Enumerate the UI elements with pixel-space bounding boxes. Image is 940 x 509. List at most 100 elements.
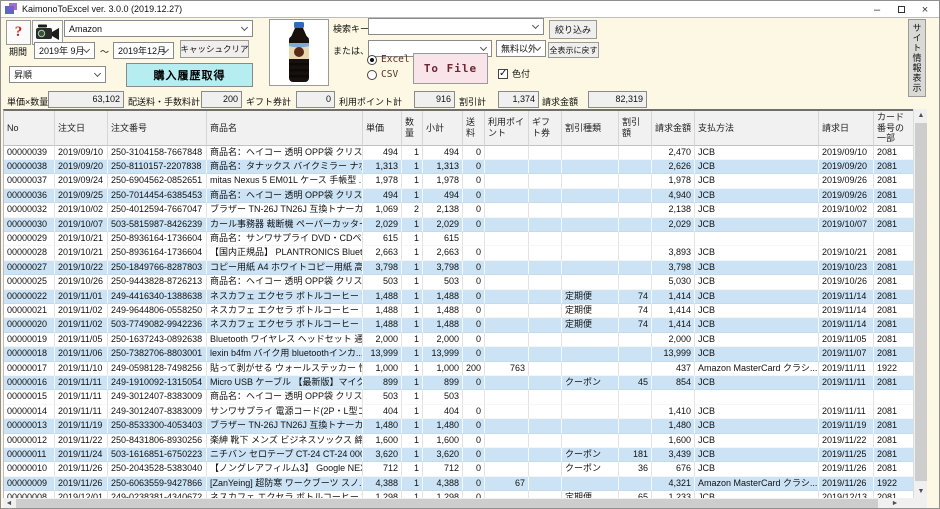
cell-order-number: 249-3012407-8383009 [108,405,207,419]
table-row[interactable]: 000000192019/11/05250-1637243-0892638Blu… [4,333,913,347]
filter-button[interactable]: 絞り込み [549,20,597,39]
cell-no: 00000010 [4,462,55,476]
sort-order-select[interactable]: 昇順 [9,66,106,83]
column-header-card-digits[interactable]: カード番号の一部 [874,111,913,146]
cell-no: 00000016 [4,376,55,390]
table-row[interactable]: 000000182019/11/06250-7382706-8803001lex… [4,347,913,361]
table-row[interactable]: 000000392019/09/10250-3104158-7667848商品名… [4,146,913,160]
table-row[interactable]: 000000252019/10/26250-9443828-8726213商品名… [4,275,913,289]
period-to-select[interactable]: 2019年12月 [113,42,174,59]
show-all-button[interactable]: 全表示に戻す [548,42,599,58]
cell-unit-price: 3,620 [363,448,402,462]
table-row[interactable]: 000000202019/11/02503-7749082-9942236ネスカ… [4,318,913,332]
cell-discount-type [562,174,619,188]
cell-payment-method: JCB [695,376,819,390]
cell-points-used [485,318,529,332]
scroll-down-icon[interactable]: ▼ [914,485,928,498]
table-row[interactable]: 000000372019/09/24250-6904562-0852651mit… [4,174,913,188]
table-row[interactable]: 000000102019/11/26250-2043528-5383040【ノン… [4,462,913,476]
cell-shipping: 0 [463,290,485,304]
excel-radio[interactable]: Excel [367,54,410,65]
column-header-gift-card[interactable]: ギフト券 [529,111,562,146]
table-row[interactable]: 000000162019/11/11249-1910092-1315054Mic… [4,376,913,390]
cell-shipping: 0 [463,160,485,174]
csv-radio[interactable]: CSV [367,69,398,80]
cell-points-used [485,218,529,232]
column-header-billed-amount[interactable]: 請求金額 [652,111,695,146]
column-header-order-number[interactable]: 注文番号 [108,111,207,146]
colorize-checkbox[interactable]: 色付 [498,67,530,80]
table-row[interactable]: 000000212019/11/02249-9644806-0558250ネスカ… [4,304,913,318]
column-header-no[interactable]: No [4,111,55,146]
cell-order-date: 2019/10/07 [55,218,108,232]
site-select[interactable]: Amazon [64,20,253,37]
table-row[interactable]: 000000272019/10/22250-1849766-8287803コピー… [4,261,913,275]
column-header-shipping[interactable]: 送料 [463,111,485,146]
column-header-discount-type[interactable]: 割引種類 [562,111,619,146]
column-header-product-name[interactable]: 商品名 [207,111,363,146]
table-row[interactable]: 000000382019/09/20250-8110157-2207838商品名… [4,160,913,174]
cell-discount-type [562,146,619,160]
free-filter-select[interactable]: 無料以外 [496,40,546,57]
scroll-up-icon[interactable]: ▲ [914,109,928,122]
table-row[interactable]: 000000172019/11/10249-0598128-7498256貼って… [4,362,913,376]
minimize-button[interactable]: – [865,1,889,18]
cell-no: 00000039 [4,146,55,160]
cell-no: 00000038 [4,160,55,174]
table-row[interactable]: 000000082019/12/01249-0238381-4340672ネスカ… [4,491,913,498]
cell-discount-amount: 36 [619,462,652,476]
maximize-button[interactable] [889,1,913,18]
table-row[interactable]: 000000142019/11/11249-3012407-8383009サンワ… [4,405,913,419]
cell-order-number: 503-1616851-6750223 [108,448,207,462]
cache-clear-button[interactable]: キャッシュクリア [180,40,249,58]
horizontal-scroll-thumb[interactable] [16,499,878,508]
table-row[interactable]: 000000362019/09/25250-7014454-6385453商品名… [4,189,913,203]
table-row[interactable]: 000000282019/10/21250-8936164-1736604【国内… [4,246,913,260]
cell-subtotal: 2,029 [423,218,463,232]
cell-shipping: 0 [463,347,485,361]
scroll-right-icon[interactable]: ► [889,498,901,509]
horizontal-scrollbar[interactable]: ◄ ► [3,498,913,509]
cell-billing-date: 2019/11/11 [819,405,874,419]
column-header-unit-price[interactable]: 単価 [363,111,402,146]
table-body: 000000392019/09/10250-3104158-7667848商品名… [4,146,913,499]
fetch-history-button[interactable]: 購入履歴取得 [126,63,253,87]
table-row[interactable]: 000000292019/10/21250-8936164-1736604商品名… [4,232,913,246]
cell-discount-type: 定期便 [562,318,619,332]
column-header-discount-amount[interactable]: 割引額 [619,111,652,146]
help-button[interactable]: ? [6,20,31,45]
column-header-points-used[interactable]: 利用ポイント [485,111,529,146]
cell-subtotal: 1,978 [423,174,463,188]
table-row[interactable]: 000000112019/11/24503-1616851-6750223ニチバ… [4,448,913,462]
vertical-scroll-thumb[interactable] [915,123,927,481]
cell-points-used [485,419,529,433]
cell-quantity: 1 [402,405,423,419]
column-header-order-date[interactable]: 注文日 [55,111,108,146]
cell-gift-card [529,218,562,232]
table-row[interactable]: 000000302019/10/07503-5815987-8426239カール… [4,218,913,232]
table-row[interactable]: 000000092019/11/26250-6063559-9427866[Za… [4,477,913,491]
period-from-select[interactable]: 2019年 9月 [34,42,95,59]
cell-order-date: 2019/10/22 [55,261,108,275]
to-file-button[interactable]: To File [413,53,488,84]
column-header-quantity[interactable]: 数量 [402,111,423,146]
table-row[interactable]: 000000132019/11/19250-8533300-4053403ブラザ… [4,419,913,433]
site-info-button[interactable]: サイト情報表示 [908,19,926,97]
search-key-label: 検索キー [333,22,369,35]
column-header-subtotal[interactable]: 小計 [423,111,463,146]
search-key-input[interactable] [368,18,544,35]
cell-gift-card [529,477,562,491]
cell-card-digits: 2081 [874,318,913,332]
table-row[interactable]: 000000322019/10/02250-4012594-7667047ブラザ… [4,203,913,217]
cell-payment-method: JCB [695,462,819,476]
cell-product-name: mitas Nexus 5 EM01L ケース 手帳型 ... [207,174,363,188]
column-header-billing-date[interactable]: 請求日 [819,111,874,146]
cell-billing-date [819,390,874,404]
close-button[interactable]: × [913,1,937,18]
column-header-payment-method[interactable]: 支払方法 [695,111,819,146]
table-row[interactable]: 000000122019/11/22250-8431806-8930256楽紳 … [4,434,913,448]
table-row[interactable]: 000000222019/11/01249-4416340-1388638ネスカ… [4,290,913,304]
scroll-left-icon[interactable]: ◄ [3,498,15,509]
table-row[interactable]: 000000152019/11/11249-3012407-8383009商品名… [4,390,913,404]
vertical-scrollbar[interactable]: ▲ ▼ [913,109,927,498]
